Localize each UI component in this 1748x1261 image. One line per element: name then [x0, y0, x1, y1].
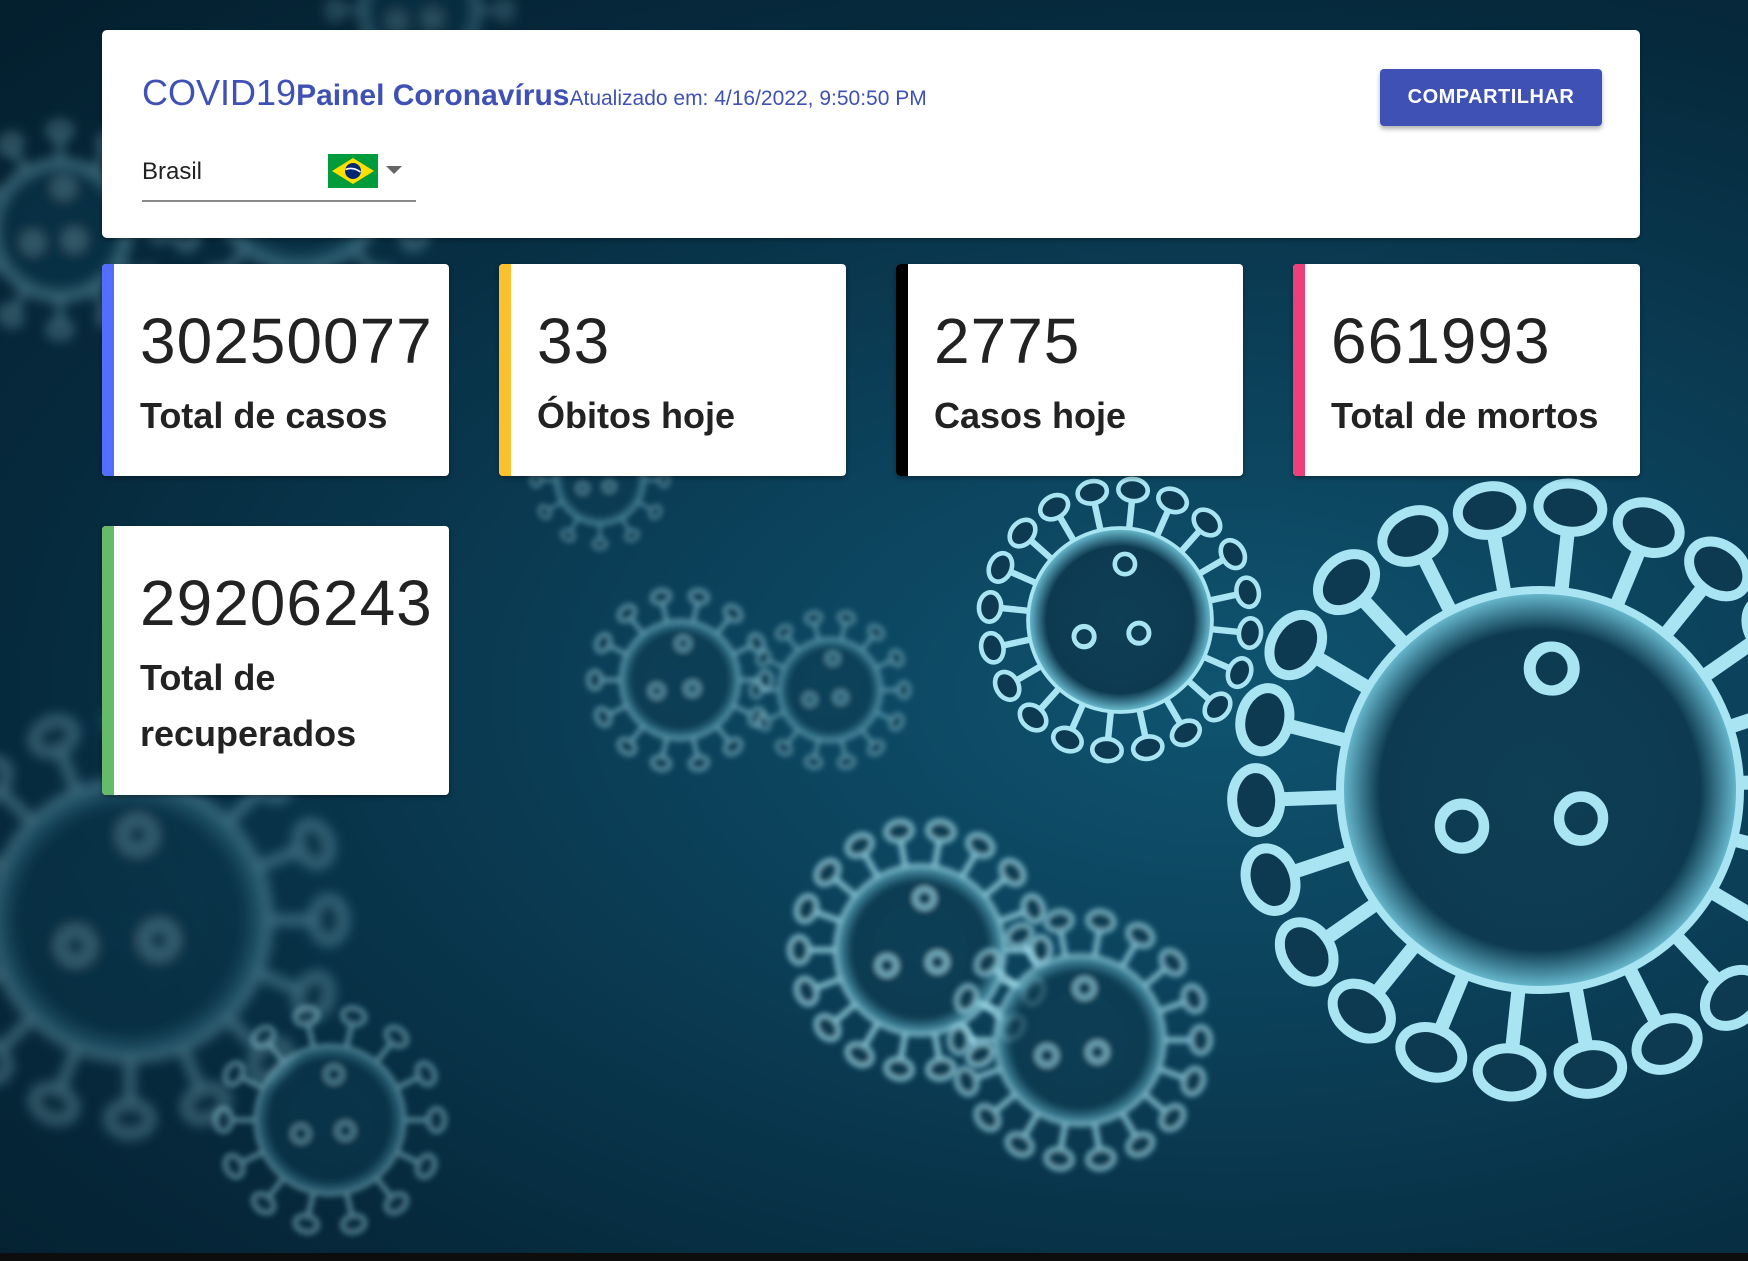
brazil-flag-icon — [328, 154, 378, 188]
chevron-down-icon — [386, 166, 402, 174]
stat-card-total-recovered: 29206243 Total de recuperados — [102, 526, 449, 795]
stat-card-stripe — [102, 264, 114, 476]
stat-card-stripe — [102, 526, 114, 795]
virus-particle — [1227, 478, 1748, 1102]
stat-value: 33 — [537, 305, 611, 377]
app-subtitle: Painel Coronavírus — [296, 79, 570, 112]
country-selected-value: Brasil — [142, 158, 203, 185]
bottom-bar — [0, 1253, 1748, 1261]
title-row: COVID19 Painel Coronavírus Atualizado em… — [142, 72, 927, 114]
stat-card-deaths-today: 33 Óbitos hoje — [499, 264, 846, 476]
stat-label: Casos hoje — [934, 395, 1127, 436]
virus-particle — [586, 588, 774, 772]
stat-card-cases-today: 2775 Casos hoje — [896, 264, 1243, 476]
virus-particle — [748, 610, 912, 770]
stat-value: 661993 — [1331, 305, 1551, 377]
stat-label: Total de casos — [140, 395, 388, 436]
header-card: COVID19 Painel Coronavírus Atualizado em… — [102, 30, 1640, 238]
stat-card-total-cases: 30250077 Total de casos — [102, 264, 449, 476]
stat-value: 29206243 — [140, 567, 433, 639]
updated-timestamp: Atualizado em: 4/16/2022, 9:50:50 PM — [569, 87, 927, 110]
app-title: COVID19 — [142, 72, 297, 113]
stat-card-stripe — [896, 264, 908, 476]
share-button[interactable]: COMPARTILHAR — [1380, 69, 1602, 126]
stat-label: Óbitos hoje — [537, 395, 735, 436]
stat-card-stripe — [499, 264, 511, 476]
stat-card-stripe — [1293, 264, 1305, 476]
stat-value: 2775 — [934, 305, 1081, 377]
country-select[interactable]: Brasil — [142, 150, 416, 202]
stat-label: Total de recuperados — [140, 657, 357, 754]
stat-value: 30250077 — [140, 305, 433, 377]
stat-card-total-deaths: 661993 Total de mortos — [1293, 264, 1640, 476]
virus-particle — [976, 476, 1264, 764]
stat-label: Total de mortos — [1331, 395, 1599, 436]
